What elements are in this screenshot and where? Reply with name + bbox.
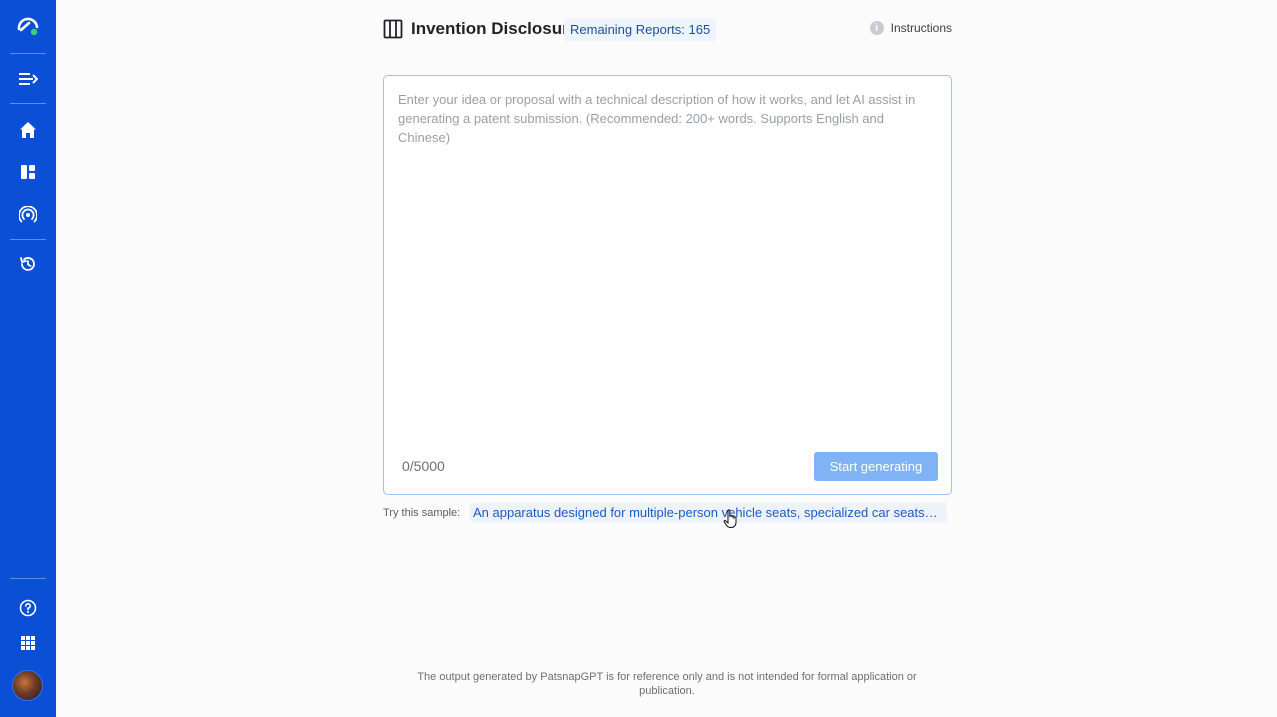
apps-grid-icon[interactable]	[14, 629, 42, 657]
history-icon[interactable]	[14, 250, 42, 278]
page-header: Invention Disclosure Remaining Reports: …	[383, 16, 952, 44]
sample-link[interactable]: An apparatus designed for multiple-perso…	[470, 503, 947, 523]
instructions-label: Instructions	[890, 21, 952, 35]
remaining-reports-badge: Remaining Reports: 165	[564, 19, 717, 41]
home-icon[interactable]	[14, 116, 42, 144]
user-avatar[interactable]	[13, 671, 42, 700]
info-icon: i	[869, 21, 884, 35]
disclaimer-footer: The output generated by PatsnapGPT is fo…	[417, 671, 917, 697]
help-icon[interactable]	[14, 594, 42, 622]
sample-label: Try this sample:	[383, 507, 461, 519]
sidebar-divider	[10, 103, 46, 104]
sidebar-divider	[10, 578, 46, 579]
sidebar-divider	[10, 53, 46, 54]
sidebar-divider	[10, 239, 46, 240]
idea-input[interactable]	[398, 90, 938, 430]
sample-row: Try this sample: An apparatus designed f…	[383, 503, 952, 523]
idea-editor: 0/5000 Start generating	[383, 75, 952, 495]
character-counter: 0/5000	[402, 458, 445, 474]
expand-menu-icon[interactable]	[14, 65, 42, 93]
dashboard-icon[interactable]	[14, 158, 42, 186]
instructions-link[interactable]: i Instructions	[869, 21, 952, 35]
start-generating-button[interactable]: Start generating	[814, 452, 938, 481]
page-title: Invention Disclosure	[411, 19, 579, 38]
broadcast-icon[interactable]	[14, 201, 42, 229]
sidebar	[0, 0, 56, 717]
patsnap-logo-icon[interactable]	[14, 12, 42, 40]
book-icon	[383, 19, 403, 44]
